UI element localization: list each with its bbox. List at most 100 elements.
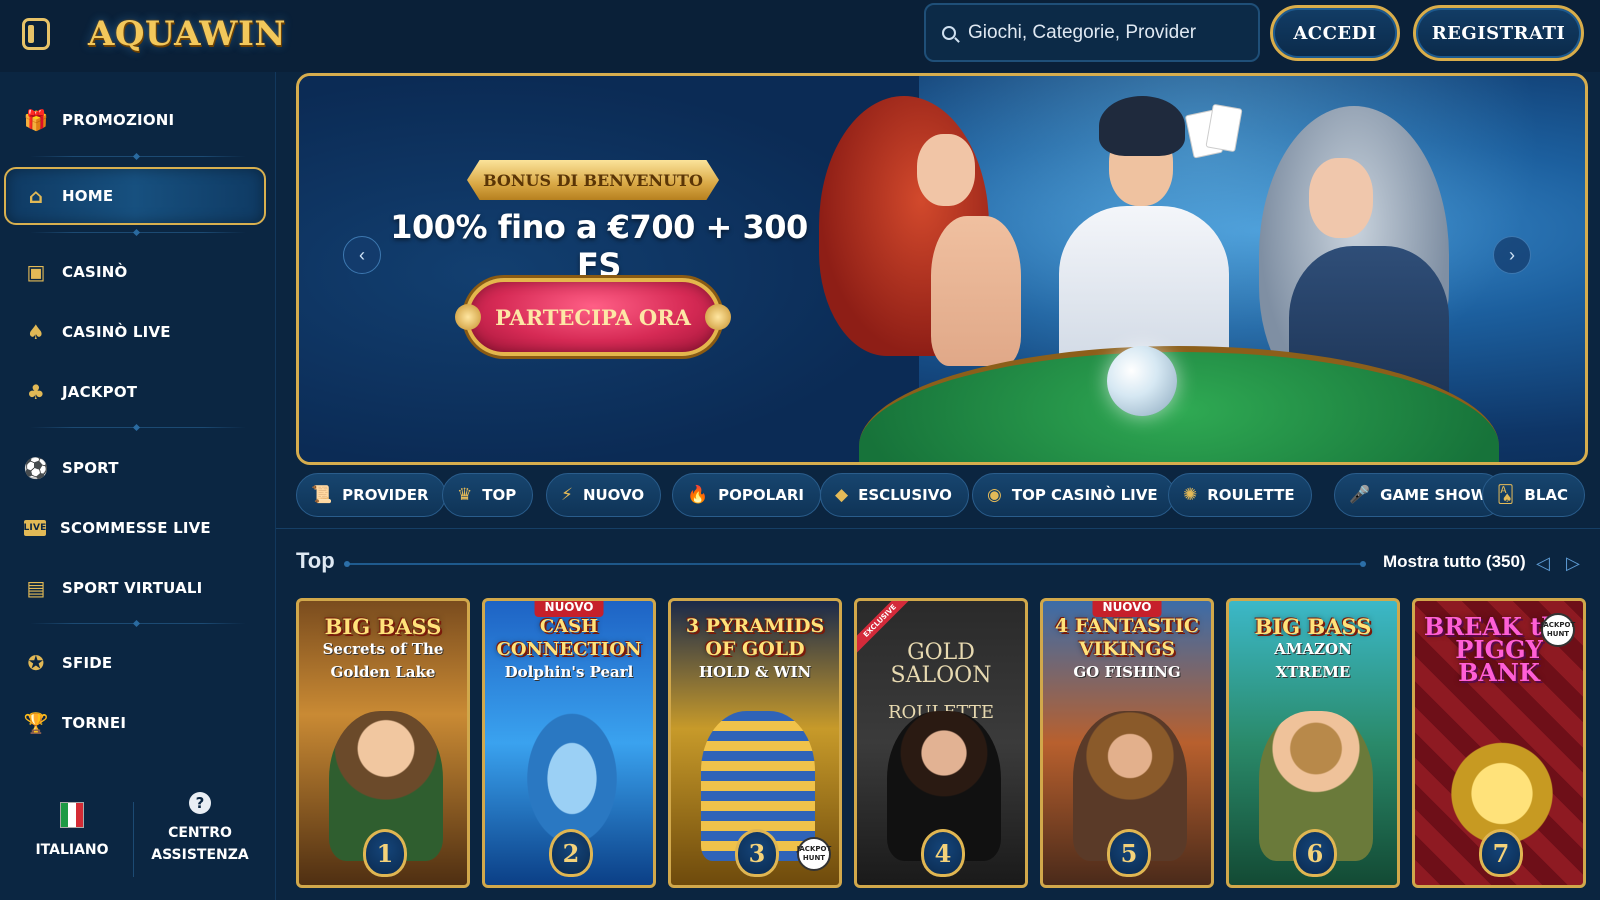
rank-badge: 2 [549,829,593,877]
category-bar: 📜 PROVIDER ♛ TOP ⚡ NUOVO 🔥 POPOLARI ◆ ES… [296,470,1600,520]
sidebar-item-sport-virtuali[interactable]: ▤ SPORT VIRTUALI [24,568,202,608]
chip-icon: ◉ [987,485,1002,505]
sidebar-item-label: SPORT [62,459,119,477]
rank-badge: 7 [1479,829,1523,877]
italy-flag-icon [60,802,84,828]
top-games-row: BIG BASS Secrets of The Golden Lake 1 NU… [296,598,1600,900]
live-card-icon: ♠ [26,320,46,344]
game-card[interactable]: BREAK the PIGGY BANK 7 JACKPOT HUNT [1412,598,1586,888]
sidebar-item-scommesse-live[interactable]: LIVE SCOMMESSE LIVE [24,508,211,548]
bonus-ribbon: BONUS DI BENVENUTO [467,160,719,200]
dealer-hair [1099,96,1185,156]
category-label: ESCLUSIVO [858,486,952,504]
rank-badge: 1 [363,829,407,877]
roulette-icon: ✺ [1183,485,1198,505]
rank-badge: 4 [921,829,965,877]
show-all-link[interactable]: Mostra tutto (350) [1383,552,1526,572]
carousel-prev-arrow-icon[interactable]: ‹ [343,236,381,274]
game-card[interactable]: NUOVO 4 FANTASTIC VIKINGS GO FISHING 5 [1040,598,1214,888]
category-top[interactable]: ♛ TOP [442,473,534,517]
section-title: Top [296,548,335,573]
sidebar-item-label: SCOMMESSE LIVE [60,519,211,537]
torch-icon: 🔥 [687,485,709,505]
carousel-next-arrow-icon[interactable]: › [1493,236,1531,274]
home-icon: ⌂ [28,184,44,208]
soccer-ball-icon: ⚽ [23,456,49,480]
register-button[interactable]: REGISTRATI [1413,5,1584,61]
scroll-icon: 📜 [311,485,333,505]
crown-icon: ♛ [457,485,473,505]
sidebar-item-sfide[interactable]: ✪ SFIDE [24,643,113,683]
gift-icon: 🎁 [23,108,49,132]
help-label-line1: CENTRO [168,825,232,841]
sidebar-item-label: JACKPOT [62,383,138,401]
category-label: BLAC [1524,486,1568,504]
sidebar-item-home[interactable]: ⌂ HOME [24,176,113,216]
sidebar-item-label: TORNEI [62,714,127,732]
search-icon [942,25,956,40]
sidebar-item-casino[interactable]: ▣ CASINÒ [24,252,128,292]
help-icon: ? [189,792,211,814]
sidebar-item-sport[interactable]: ⚽ SPORT [23,448,119,488]
cards-icon: 🂡 [1497,485,1515,505]
slot-machine-icon: ▣ [26,260,46,284]
game-card[interactable]: 3 PYRAMIDS OF GOLD HOLD & WIN 3 JACKPOT … [668,598,842,888]
mermaid-face [917,134,975,206]
category-roulette[interactable]: ✺ ROULETTE [1168,473,1312,517]
virtual-sport-icon: ▤ [26,576,46,600]
category-popolari[interactable]: 🔥 POPOLARI [672,473,821,517]
category-top-casino-live[interactable]: ◉ TOP CASINÒ LIVE [972,473,1175,517]
game-card[interactable]: BIG BASS AMAZON XTREME 6 [1226,598,1400,888]
sidebar-item-tornei[interactable]: 🏆 TORNEI [23,703,127,743]
medal-icon: ✪ [27,651,45,675]
playing-cards-icon [1184,103,1249,166]
language-selector[interactable]: ITALIANO [24,802,120,858]
sidebar-divider [30,623,246,624]
category-esclusivo[interactable]: ◆ ESCLUSIVO [820,473,969,517]
game-card[interactable]: EXCLUSIVE GOLD SALOON ROULETTE 4 [854,598,1028,888]
category-game-show[interactable]: 🎤 GAME SHOW [1334,473,1505,517]
game-card[interactable]: NUOVO CASH CONNECTION Dolphin's Pearl 2 [482,598,656,888]
join-now-button[interactable]: PARTECIPA ORA [455,278,731,356]
help-label-line2: ASSISTENZA [151,847,249,863]
lightning-icon: ⚡ [561,485,573,505]
category-nuovo[interactable]: ⚡ NUOVO [546,473,662,517]
category-label: TOP CASINÒ LIVE [1011,486,1158,504]
jackpot-hunt-badge: JACKPOT HUNT [797,837,831,871]
game-card[interactable]: BIG BASS Secrets of The Golden Lake 1 [296,598,470,888]
live-badge-icon: LIVE [24,520,46,536]
login-button[interactable]: ACCEDI [1270,5,1400,61]
bottom-divider [133,802,134,877]
sidebar-divider [30,156,246,157]
sidebar-item-casino-live[interactable]: ♠ CASINÒ LIVE [24,312,171,352]
game-title: BIG BASS Secrets of The Golden Lake [322,614,444,681]
jackpot-hunt-badge: JACKPOT HUNT [1541,613,1575,647]
category-label: POPOLARI [718,486,804,504]
scroll-right-arrow-icon[interactable]: ▷ [1566,553,1584,573]
clover-icon: ♣ [26,380,46,404]
search-input[interactable] [968,21,1238,44]
game-title: 4 FANTASTIC VIKINGS GO FISHING [1054,615,1200,681]
search-box[interactable] [924,3,1260,62]
category-blackjack[interactable]: 🂡 BLAC [1482,473,1585,517]
help-center-link[interactable]: ? CENTRO ASSISTENZA [150,792,250,866]
language-label: ITALIANO [35,842,109,858]
sidebar-toggle-icon[interactable] [22,18,50,50]
section-divider [276,528,1600,529]
new-badge: NUOVO [534,601,604,617]
sea-witch-face [1309,158,1373,238]
category-label: PROVIDER [342,486,429,504]
promo-banner[interactable]: BONUS DI BENVENUTO 100% fino a €700 + 30… [296,73,1588,465]
game-title: 3 PYRAMIDS OF GOLD HOLD & WIN [685,615,825,681]
sidebar-item-label: CASINÒ [62,263,128,281]
category-label: ROULETTE [1207,486,1295,504]
category-label: NUOVO [582,486,645,504]
sidebar-item-label: CASINÒ LIVE [62,323,171,341]
sidebar-item-promozioni[interactable]: 🎁 PROMOZIONI [23,100,174,140]
top-bar: AQUAWIN ACCEDI REGISTRATI [0,0,1600,72]
scroll-left-arrow-icon[interactable]: ◁ [1536,553,1554,573]
aquawin-logo[interactable]: AQUAWIN [88,10,286,58]
category-provider[interactable]: 📜 PROVIDER [296,473,446,517]
category-label: TOP [482,486,517,504]
sidebar-item-jackpot[interactable]: ♣ JACKPOT [24,372,137,412]
